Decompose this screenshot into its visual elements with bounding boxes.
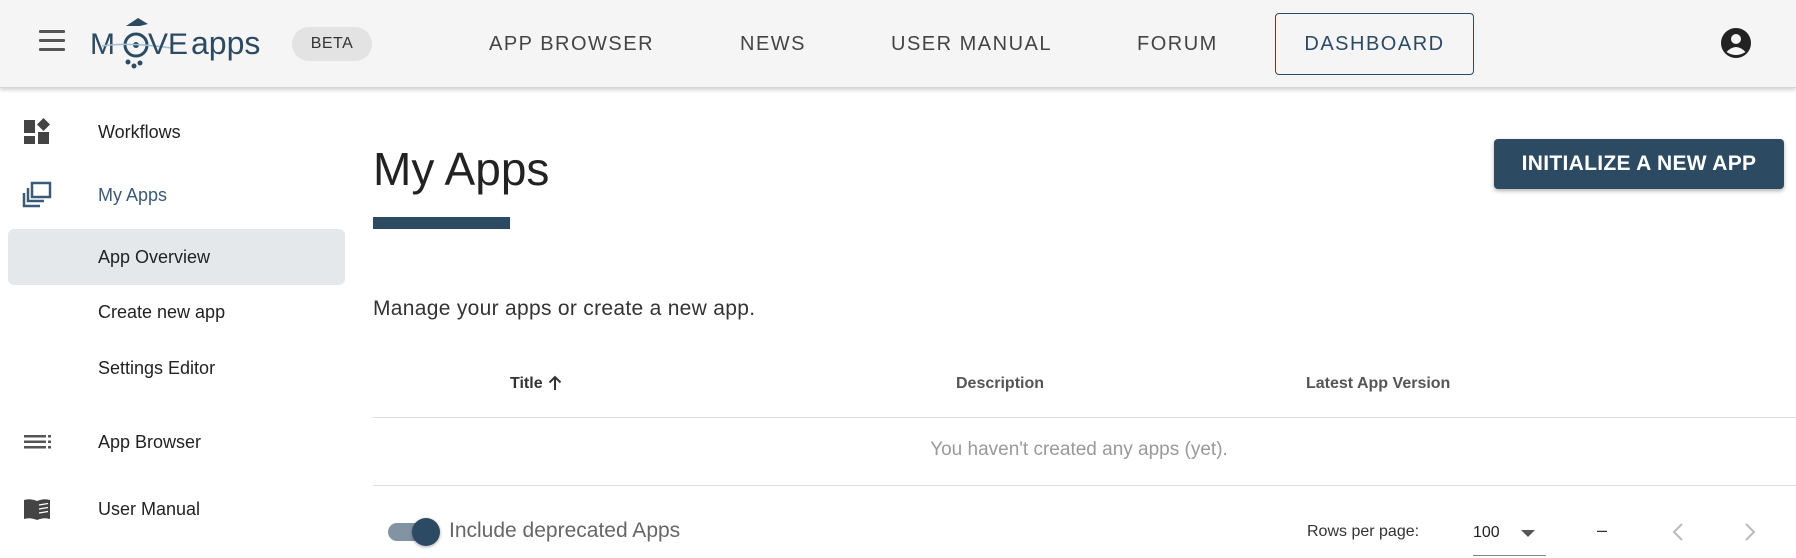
beta-badge: BETA: [292, 27, 372, 61]
book-icon: [22, 495, 52, 523]
library-icon: [22, 181, 52, 209]
sidebar: Workflows My Apps App Overview Create ne…: [0, 88, 350, 558]
sidebar-item-label: My Apps: [98, 185, 168, 205]
top-app-bar: M VE apps BETA APP BROWSER NEWS USER MAN…: [0, 0, 1796, 88]
nav-forum[interactable]: FORUM: [1137, 26, 1218, 62]
sidebar-item-workflows[interactable]: Workflows: [8, 104, 345, 160]
sidebar-item-label: Settings Editor: [98, 358, 216, 378]
column-header-title[interactable]: Title: [510, 375, 563, 393]
list-icon: [22, 428, 52, 456]
table-empty-row: You haven't created any apps (yet).: [373, 418, 1796, 486]
column-header-title-label: Title: [510, 375, 543, 392]
initialize-new-app-button[interactable]: INITIALIZE A NEW APP: [1494, 139, 1784, 189]
sidebar-item-label: App Browser: [98, 432, 202, 452]
nav-news[interactable]: NEWS: [740, 26, 806, 62]
title-underline: [373, 217, 510, 229]
sidebar-item-settings-editor[interactable]: Settings Editor: [8, 340, 345, 396]
dashboard-icon: [22, 118, 52, 146]
pagination-range: –: [1597, 520, 1608, 540]
sidebar-item-label: App Overview: [98, 247, 211, 267]
sidebar-item-create-new-app[interactable]: Create new app: [8, 284, 345, 340]
logo-graphic: M VE apps: [90, 18, 260, 69]
nav-dashboard-button[interactable]: DASHBOARD: [1275, 13, 1474, 75]
previous-page-button[interactable]: [1664, 517, 1694, 547]
page-title: My Apps: [373, 143, 550, 195]
sidebar-item-label: Workflows: [98, 122, 181, 142]
sidebar-item-label: Create new app: [98, 302, 226, 322]
svg-text:VE: VE: [148, 28, 188, 61]
arrow-up-icon: [547, 375, 563, 391]
sidebar-item-label: User Manual: [98, 499, 201, 519]
column-header-description[interactable]: Description: [956, 375, 1044, 393]
rows-per-page-value: 100: [1473, 524, 1500, 541]
account-circle-icon[interactable]: [1720, 27, 1752, 59]
chevron-left-icon: [1672, 523, 1683, 541]
page-subtitle: Manage your apps or create a new app.: [373, 297, 756, 320]
chevron-right-icon: [1745, 523, 1756, 541]
nav-user-manual[interactable]: USER MANUAL: [891, 26, 1052, 62]
deprecated-apps-label: Include deprecated Apps: [449, 519, 681, 542]
sidebar-item-app-overview[interactable]: App Overview: [8, 229, 345, 285]
sidebar-item-user-manual[interactable]: User Manual: [8, 481, 345, 537]
sidebar-item-app-browser[interactable]: App Browser: [8, 414, 345, 470]
empty-state-message: You haven't created any apps (yet).: [930, 439, 1228, 460]
nav-app-browser[interactable]: APP BROWSER: [489, 26, 654, 62]
chevron-down-icon: [1521, 530, 1535, 537]
rows-per-page-label: Rows per page:: [1307, 523, 1420, 540]
sidebar-item-my-apps[interactable]: My Apps: [8, 167, 345, 223]
rows-per-page-select[interactable]: 100: [1473, 513, 1546, 556]
column-header-latest-version[interactable]: Latest App Version: [1306, 375, 1450, 393]
next-page-button[interactable]: [1734, 517, 1764, 547]
menu-icon[interactable]: [39, 30, 67, 54]
deprecated-apps-toggle[interactable]: [386, 516, 442, 546]
toggle-thumb: [412, 518, 440, 546]
moveapps-logo[interactable]: M VE apps: [88, 14, 278, 74]
svg-text:apps: apps: [191, 25, 260, 61]
table-header: Title Description Latest App Version: [373, 360, 1796, 418]
